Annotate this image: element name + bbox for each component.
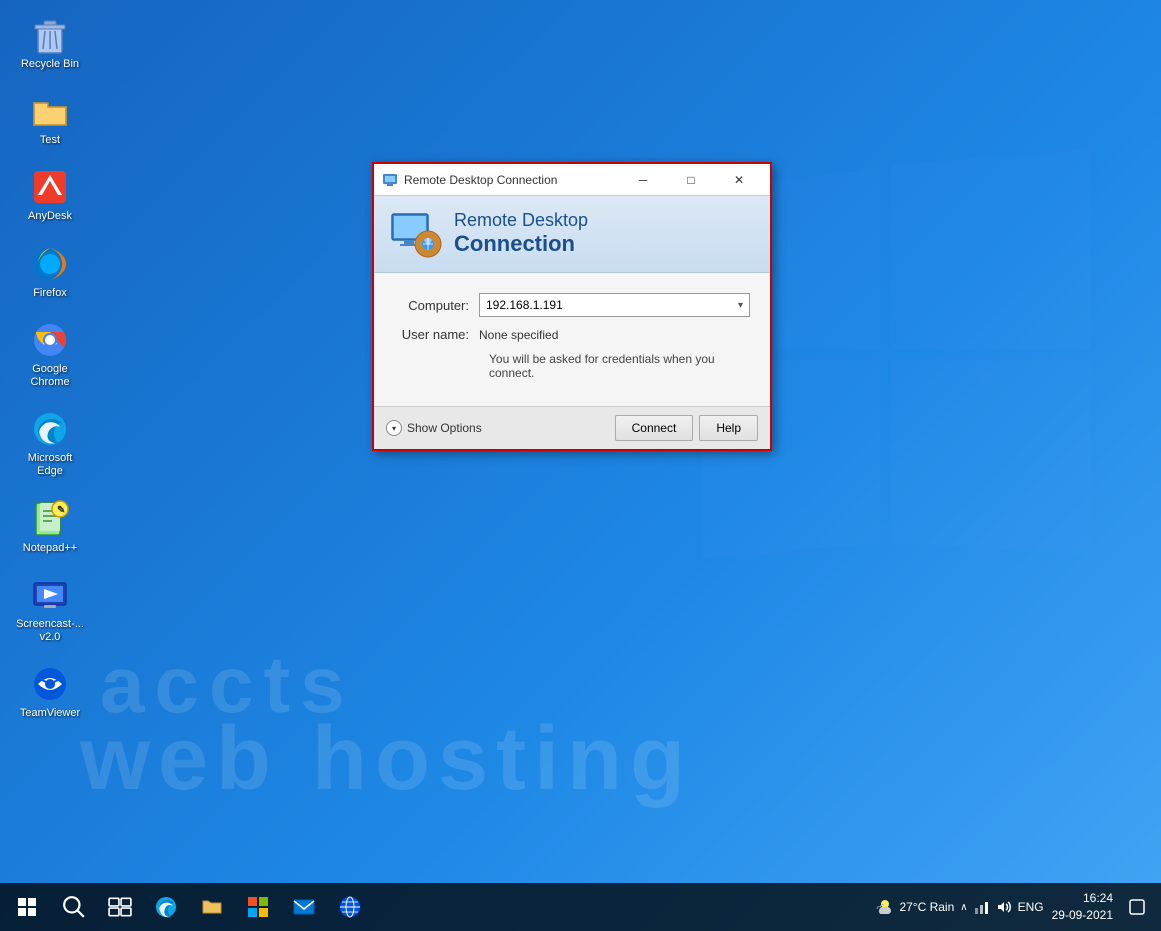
taskbar-globe-icon[interactable]	[328, 883, 372, 931]
weather-icon	[875, 897, 895, 917]
microsoft-edge-icon	[30, 409, 70, 449]
rdp-titlebar: Remote Desktop Connection ─ □ ✕	[374, 164, 770, 196]
recycle-bin-label: Recycle Bin	[21, 58, 79, 71]
teamviewer-icon	[30, 664, 70, 704]
notification-button[interactable]	[1121, 883, 1153, 931]
network-icon	[974, 899, 990, 915]
show-options-button[interactable]: ▾ Show Options	[386, 420, 482, 436]
taskbar-left	[0, 883, 372, 931]
volume-icon	[996, 899, 1012, 915]
computer-field-row: Computer: 192.168.1.191 ▾	[394, 293, 750, 317]
watermark-line2: web hosting	[80, 708, 693, 811]
show-options-icon: ▾	[386, 420, 402, 436]
show-options-label: Show Options	[407, 421, 482, 435]
close-button[interactable]: ✕	[716, 164, 762, 196]
rdp-dialog-body: Computer: 192.168.1.191 ▾ User name: Non…	[374, 273, 770, 406]
rdp-titlebar-left: Remote Desktop Connection	[382, 172, 557, 188]
taskbar-edge-icon[interactable]	[144, 883, 188, 931]
test-label: Test	[40, 134, 60, 147]
rdp-header: Remote Desktop Connection	[374, 196, 770, 273]
svg-text:✎: ✎	[57, 505, 65, 516]
computer-dropdown-arrow: ▾	[738, 300, 743, 311]
desktop: accts web hosting Recycle Bin	[0, 0, 1161, 931]
rdp-header-text: Remote Desktop Connection	[454, 211, 588, 257]
taskbar-mail-icon[interactable]	[282, 883, 326, 931]
taskbar: 27°C Rain ∧ ENG 16	[0, 883, 1161, 931]
clock-date: 29-09-2021	[1052, 907, 1113, 924]
desktop-icon-screencast[interactable]: Screencast-... v2.0	[10, 570, 90, 649]
anydesk-icon	[30, 167, 70, 207]
desktop-icon-teamviewer[interactable]: TeamViewer	[10, 659, 90, 725]
rdp-header-line1: Remote Desktop	[454, 211, 588, 231]
desktop-icon-microsoft-edge[interactable]: Microsoft Edge	[10, 404, 90, 483]
maximize-button[interactable]: □	[668, 164, 714, 196]
clock[interactable]: 16:24 29-09-2021	[1052, 890, 1113, 924]
desktop-icon-google-chrome[interactable]: Google Chrome	[10, 315, 90, 394]
test-icon	[30, 91, 70, 131]
minimize-button[interactable]: ─	[620, 164, 666, 196]
rdp-footer-buttons: Connect Help	[615, 415, 758, 441]
clock-time: 16:24	[1052, 890, 1113, 907]
teamviewer-label: TeamViewer	[20, 707, 80, 720]
rdp-dialog: Remote Desktop Connection ─ □ ✕	[372, 162, 772, 451]
start-button[interactable]	[4, 883, 50, 931]
google-chrome-label: Google Chrome	[15, 363, 85, 389]
anydesk-label: AnyDesk	[28, 210, 72, 223]
username-value: None specified	[479, 328, 558, 342]
task-view-button[interactable]	[98, 883, 142, 931]
weather-info: 27°C Rain	[875, 897, 954, 917]
connect-button[interactable]: Connect	[615, 415, 694, 441]
desktop-icon-notepadpp[interactable]: ✎ Notepad++	[10, 494, 90, 560]
desktop-icon-recycle-bin[interactable]: Recycle Bin	[10, 10, 90, 76]
desktop-icons-container: Recycle Bin Test AnyDesk	[10, 10, 90, 725]
microsoft-edge-label: Microsoft Edge	[15, 452, 85, 478]
computer-label: Computer:	[394, 298, 479, 313]
credentials-note: You will be asked for credentials when y…	[394, 352, 750, 380]
rdp-title-icon	[382, 172, 398, 188]
taskbar-explorer-icon[interactable]	[190, 883, 234, 931]
username-field-row: User name: None specified	[394, 327, 750, 342]
computer-value: 192.168.1.191	[486, 298, 563, 312]
rdp-footer: ▾ Show Options Connect Help	[374, 406, 770, 449]
username-label: User name:	[394, 327, 479, 342]
search-taskbar-button[interactable]	[52, 883, 96, 931]
system-tray: 27°C Rain ∧ ENG	[875, 897, 1043, 917]
weather-text: 27°C Rain	[899, 900, 954, 914]
screencast-icon	[30, 575, 70, 615]
taskbar-store-icon[interactable]	[236, 883, 280, 931]
computer-input[interactable]: 192.168.1.191 ▾	[479, 293, 750, 317]
taskbar-right: 27°C Rain ∧ ENG 16	[875, 883, 1161, 931]
rdp-title-text: Remote Desktop Connection	[404, 173, 557, 187]
desktop-icon-test[interactable]: Test	[10, 86, 90, 152]
language-indicator[interactable]: ENG	[1018, 900, 1044, 914]
notepadpp-label: Notepad++	[23, 542, 77, 555]
desktop-icon-firefox[interactable]: Firefox	[10, 239, 90, 305]
rdp-header-line2: Connection	[454, 231, 588, 257]
rdp-header-icon	[390, 208, 442, 260]
screencast-label: Screencast-... v2.0	[16, 618, 84, 644]
firefox-icon	[30, 244, 70, 284]
tray-up-arrow[interactable]: ∧	[960, 902, 967, 913]
firefox-label: Firefox	[33, 287, 67, 300]
rdp-window-controls: ─ □ ✕	[620, 164, 762, 196]
help-button[interactable]: Help	[699, 415, 758, 441]
google-chrome-icon	[30, 320, 70, 360]
desktop-icon-anydesk[interactable]: AnyDesk	[10, 162, 90, 228]
recycle-bin-icon	[30, 15, 70, 55]
notepadpp-icon: ✎	[30, 499, 70, 539]
